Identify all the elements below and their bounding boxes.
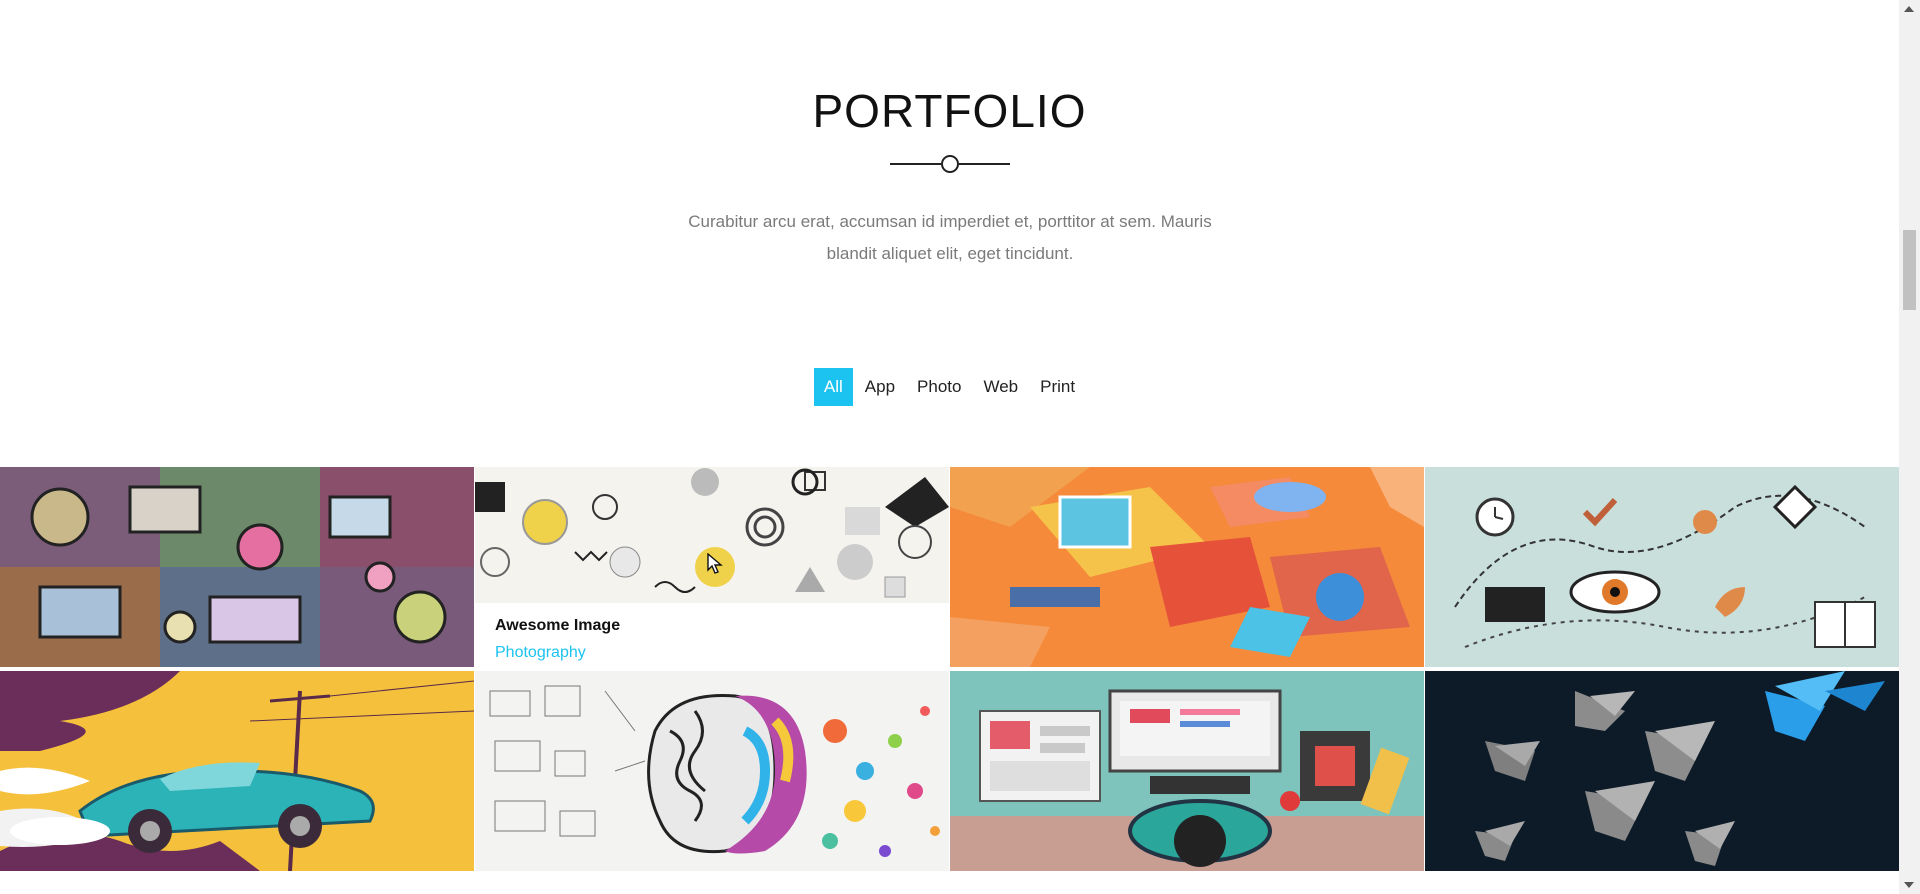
- portfolio-item-7[interactable]: [950, 671, 1424, 871]
- icon-flow-image: [1425, 467, 1899, 667]
- portfolio-item-6[interactable]: [475, 671, 949, 871]
- portfolio-item-1[interactable]: [0, 467, 474, 667]
- colorful-brain-image: [475, 671, 949, 871]
- scrollbar-thumb[interactable]: [1903, 230, 1916, 310]
- page: PORTFOLIO Curabitur arcu erat, accumsan …: [0, 0, 1920, 894]
- scroll-up-arrow-icon[interactable]: [1904, 6, 1914, 12]
- scroll-down-arrow-icon[interactable]: [1904, 882, 1914, 888]
- portfolio-grid: Awesome Image Photography: [0, 467, 1899, 871]
- isometric-orange-image: [950, 467, 1424, 667]
- filter-web[interactable]: Web: [973, 368, 1028, 406]
- mouse-pointer-icon: [707, 553, 723, 574]
- portfolio-item-4[interactable]: [1425, 467, 1899, 667]
- portfolio-section: PORTFOLIO Curabitur arcu erat, accumsan …: [0, 0, 1899, 894]
- doodle-tech-collage-image: [0, 467, 474, 667]
- retro-car-image: [0, 671, 474, 871]
- portfolio-item-8[interactable]: [1425, 671, 1899, 871]
- filter-app[interactable]: App: [855, 368, 905, 406]
- title-divider: [890, 155, 1010, 173]
- filter-all[interactable]: All: [813, 368, 853, 406]
- portfolio-item-5[interactable]: [0, 671, 474, 871]
- origami-birds-image: [1425, 671, 1899, 871]
- caption-title: Awesome Image: [495, 617, 621, 634]
- vertical-scrollbar[interactable]: [1899, 0, 1920, 894]
- hover-caption: Awesome Image Photography: [475, 603, 949, 667]
- section-subtitle: Curabitur arcu erat, accumsan id imperdi…: [688, 212, 1212, 263]
- caption-category[interactable]: Photography: [495, 644, 586, 662]
- filter-photo[interactable]: Photo: [907, 368, 971, 406]
- portfolio-filters: All App Photo Web Print: [0, 368, 1899, 406]
- section-title: PORTFOLIO: [812, 85, 1087, 137]
- filter-print[interactable]: Print: [1030, 368, 1085, 406]
- workspace-desk-image: [950, 671, 1424, 871]
- portfolio-item-3[interactable]: [950, 467, 1424, 667]
